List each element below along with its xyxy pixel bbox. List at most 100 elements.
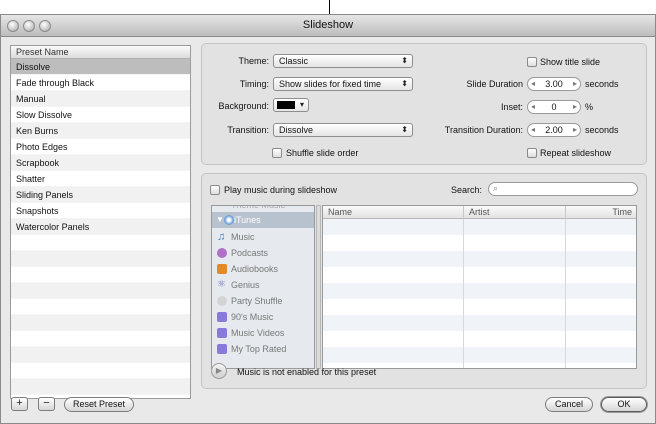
- split-view-divider[interactable]: [316, 205, 321, 369]
- title-bar[interactable]: Slideshow: [1, 15, 655, 37]
- decrement-icon[interactable]: ◂: [531, 101, 535, 113]
- preset-item-dissolve[interactable]: Dissolve: [11, 59, 190, 75]
- preset-list[interactable]: Preset Name Dissolve Fade through Black …: [10, 45, 191, 399]
- shuffle-checkbox[interactable]: [272, 148, 282, 158]
- source-label: Podcasts: [231, 248, 269, 258]
- shuffle-label: Shuffle slide order: [286, 148, 359, 158]
- inset-value: 0: [551, 102, 557, 112]
- preset-empty-row: [11, 283, 190, 299]
- repeat-label: Repeat slideshow: [540, 148, 612, 158]
- source-label: 90's Music: [231, 312, 274, 322]
- background-color-well[interactable]: ▾: [273, 98, 309, 112]
- cancel-button[interactable]: Cancel: [545, 397, 593, 412]
- preset-empty-row: [11, 267, 190, 283]
- source-item-party-shuffle[interactable]: Party Shuffle: [212, 293, 314, 309]
- table-row: [323, 283, 636, 299]
- popup-arrows-icon: ⬍: [401, 56, 408, 65]
- slide-duration-stepper[interactable]: ◂ 3.00 ▸: [527, 77, 581, 91]
- inset-stepper[interactable]: ◂ 0 ▸: [527, 100, 581, 114]
- source-item-genius[interactable]: ⚛ Genius: [212, 277, 314, 293]
- preset-item-ken-burns[interactable]: Ken Burns: [11, 123, 190, 139]
- party-shuffle-icon: [217, 296, 227, 306]
- transition-label: Transition:: [227, 125, 269, 135]
- theme-popup[interactable]: Classic ⬍: [273, 54, 413, 68]
- column-divider: [565, 219, 566, 368]
- smart-playlist-icon: [217, 344, 227, 354]
- source-item-partial: Theme Music: [231, 205, 286, 210]
- disclosure-triangle-icon[interactable]: ▼: [216, 212, 224, 228]
- source-label: iTunes: [234, 215, 261, 225]
- timing-popup[interactable]: Show slides for fixed time ⬍: [273, 77, 413, 91]
- search-input[interactable]: ⌕: [488, 182, 638, 196]
- callout-line: [329, 0, 330, 14]
- transition-duration-unit: seconds: [585, 125, 619, 135]
- inset-label: Inset:: [500, 102, 523, 112]
- column-divider: [463, 219, 464, 368]
- preset-item-fade-through-black[interactable]: Fade through Black: [11, 75, 190, 91]
- decrement-icon[interactable]: ◂: [531, 78, 535, 90]
- transition-popup[interactable]: Dissolve ⬍: [273, 123, 413, 137]
- table-row: [323, 347, 636, 363]
- increment-icon[interactable]: ▸: [573, 124, 577, 136]
- column-header-time[interactable]: Time: [566, 206, 636, 219]
- slide-duration-unit: seconds: [585, 79, 619, 89]
- timing-value: Show slides for fixed time: [279, 79, 382, 89]
- preset-list-header[interactable]: Preset Name: [11, 46, 190, 59]
- preset-item-watercolor-panels[interactable]: Watercolor Panels: [11, 219, 190, 235]
- play-music-checkbox[interactable]: [210, 185, 220, 195]
- preset-item-snapshots[interactable]: Snapshots: [11, 203, 190, 219]
- preset-item-slow-dissolve[interactable]: Slow Dissolve: [11, 107, 190, 123]
- increment-icon[interactable]: ▸: [573, 101, 577, 113]
- play-button[interactable]: ▶: [211, 363, 227, 379]
- smart-playlist-icon: [217, 312, 227, 322]
- transition-value: Dissolve: [279, 125, 314, 135]
- source-label: Audiobooks: [231, 264, 279, 274]
- preset-empty-row: [11, 251, 190, 267]
- music-source-list[interactable]: Theme Music ▼ iTunes ♫ Music Podcasts Aud…: [211, 205, 315, 369]
- inset-unit: %: [585, 102, 594, 112]
- column-header-artist[interactable]: Artist: [464, 206, 566, 219]
- source-item-podcasts[interactable]: Podcasts: [212, 245, 314, 261]
- timing-label: Timing:: [239, 79, 269, 89]
- show-title-checkbox[interactable]: [527, 57, 537, 67]
- source-label: Party Shuffle: [231, 296, 283, 306]
- source-item-itunes[interactable]: ▼ iTunes: [212, 212, 314, 228]
- preset-item-scrapbook[interactable]: Scrapbook: [11, 155, 190, 171]
- background-label: Background:: [218, 101, 269, 111]
- preset-empty-row: [11, 347, 190, 363]
- slide-duration-label: Slide Duration: [466, 79, 523, 89]
- preset-empty-row: [11, 235, 190, 251]
- source-item-audiobooks[interactable]: Audiobooks: [212, 261, 314, 277]
- source-item-music[interactable]: ♫ Music: [212, 229, 314, 245]
- add-preset-button[interactable]: +: [11, 397, 28, 411]
- track-table[interactable]: Name Artist Time: [322, 205, 637, 369]
- repeat-checkbox[interactable]: [527, 148, 537, 158]
- preset-item-sliding-panels[interactable]: Sliding Panels: [11, 187, 190, 203]
- play-music-label: Play music during slideshow: [224, 185, 338, 195]
- preset-item-manual[interactable]: Manual: [11, 91, 190, 107]
- reset-preset-button[interactable]: Reset Preset: [64, 397, 134, 412]
- table-row: [323, 315, 636, 331]
- podcast-icon: [217, 248, 227, 258]
- preset-empty-row: [11, 363, 190, 379]
- decrement-icon[interactable]: ◂: [531, 124, 535, 136]
- transition-duration-value: 2.00: [545, 125, 563, 135]
- table-row: [323, 299, 636, 315]
- table-row: [323, 267, 636, 283]
- source-item-music-videos[interactable]: Music Videos: [212, 325, 314, 341]
- transition-duration-stepper[interactable]: ◂ 2.00 ▸: [527, 123, 581, 137]
- source-label: Music: [231, 232, 255, 242]
- table-row: [323, 235, 636, 251]
- search-icon: ⌕: [493, 183, 499, 193]
- preset-item-shatter[interactable]: Shatter: [11, 171, 190, 187]
- preset-item-photo-edges[interactable]: Photo Edges: [11, 139, 190, 155]
- source-item-my-top-rated[interactable]: My Top Rated: [212, 341, 314, 357]
- increment-icon[interactable]: ▸: [573, 78, 577, 90]
- column-header-name[interactable]: Name: [323, 206, 464, 219]
- source-item-90s-music[interactable]: 90's Music: [212, 309, 314, 325]
- window-title: Slideshow: [302, 19, 354, 31]
- ok-button[interactable]: OK: [601, 397, 647, 412]
- remove-preset-button[interactable]: −: [38, 397, 55, 411]
- source-label: My Top Rated: [231, 344, 287, 354]
- background-color-swatch: [277, 101, 295, 109]
